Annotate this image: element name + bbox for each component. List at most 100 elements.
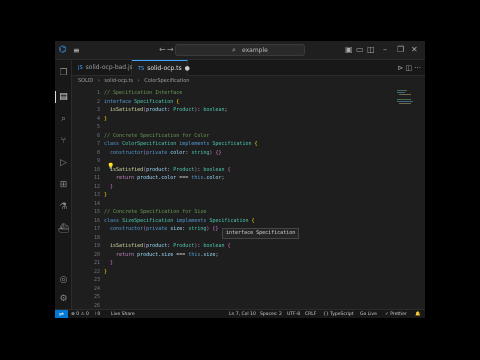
- code-line[interactable]: interface Specification {: [104, 98, 179, 107]
- activity-bar: ❐ ▤ ⌕ ⑂ ▷ ⊞ ⚗ ⛴ ◎ ⚙: [55, 60, 72, 309]
- code-token: interface: [104, 98, 135, 105]
- close-button[interactable]: ✕: [411, 44, 418, 56]
- panel-toggle-icon[interactable]: ▭: [356, 44, 364, 56]
- modified-dot-icon[interactable]: ●: [185, 65, 190, 72]
- code-line[interactable]: }: [104, 268, 107, 277]
- bell-icon[interactable]: 🔔: [415, 310, 421, 318]
- code-line[interactable]: return product.color === this.color;: [104, 174, 224, 183]
- code-token: implements: [176, 217, 210, 224]
- line-number: 16: [93, 217, 100, 224]
- code-token: ColorSpecification: [122, 141, 180, 147]
- code-line[interactable]: constructor(private color: string) {}: [104, 149, 221, 158]
- code-line[interactable]: // Concrete Specification for Color: [104, 132, 209, 141]
- files-icon[interactable]: ▤: [58, 92, 69, 103]
- code-line[interactable]: constructor(private size: string) {}: [104, 225, 218, 234]
- source-control-icon[interactable]: ⑂: [58, 136, 69, 147]
- tab-solid-ocp[interactable]: TS solid-ocp.ts ●: [132, 60, 190, 76]
- editor-actions[interactable]: ⊳ ◫ ···: [397, 64, 421, 72]
- code-token: ;: [221, 175, 225, 181]
- code-token: constructor: [104, 226, 144, 232]
- tab-solid-ocp-bad[interactable]: JS solid-ocp-bad.js: [72, 60, 133, 76]
- problems-indicator[interactable]: ⊗ 0 ⚠ 0: [71, 310, 89, 318]
- extensions-icon[interactable]: ⊞: [58, 180, 69, 191]
- code-token: {: [254, 141, 258, 147]
- search-icon[interactable]: ⌕: [58, 114, 69, 125]
- code-token: string: [188, 226, 207, 232]
- layout-toggle-icon[interactable]: ▣: [345, 44, 353, 56]
- minimap[interactable]: [397, 87, 417, 127]
- sidebar-toggle-icon[interactable]: ◫: [367, 44, 375, 56]
- run-debug-icon[interactable]: ▷: [58, 158, 69, 169]
- code-token: Specification: [134, 98, 177, 105]
- code-token: boolean: [203, 243, 228, 249]
- code-token: private: [146, 226, 171, 232]
- code-line[interactable]: return product.size === this.size;: [104, 251, 218, 260]
- code-token: {}: [215, 149, 222, 156]
- remote-icon[interactable]: ⇌: [55, 310, 68, 318]
- code-line[interactable]: }: [104, 183, 113, 192]
- code-line[interactable]: // Concrete Specification for Size: [104, 208, 206, 217]
- code-token: constructor: [104, 149, 144, 156]
- breadcrumb-item[interactable]: ColorSpecification: [144, 78, 189, 84]
- line-number: 10: [93, 166, 100, 173]
- code-token: isSatisfied: [104, 243, 144, 249]
- line-number: 17: [93, 226, 100, 232]
- code-area[interactable]: // Specification Interface interface Spec…: [104, 87, 404, 309]
- hamburger-icon[interactable]: ≡: [73, 46, 80, 55]
- code-editor[interactable]: 1 2 3 4 5 6 7 8 9 10 11 12 13 14 15 16 17 18 19 20 21 22 23 24 2…: [72, 87, 425, 317]
- code-token: product: [137, 251, 159, 258]
- code-line[interactable]: }: [104, 191, 107, 200]
- line-ending[interactable]: CRLF: [305, 310, 316, 318]
- line-number: 11: [93, 175, 100, 181]
- testing-icon[interactable]: ⚗: [58, 202, 69, 213]
- code-token: color: [170, 149, 186, 156]
- breadcrumb-separator: ›: [137, 78, 140, 84]
- code-token: }: [104, 268, 108, 275]
- language-mode[interactable]: {} TypeScript: [323, 310, 354, 318]
- line-number: 22: [93, 268, 100, 275]
- indentation[interactable]: Spaces: 2: [260, 310, 282, 318]
- forward-arrow-icon[interactable]: →: [167, 45, 174, 55]
- code-line[interactable]: }: [104, 115, 107, 124]
- settings-gear-icon[interactable]: ⚙: [58, 294, 69, 305]
- minimize-button[interactable]: –: [383, 44, 387, 56]
- back-arrow-icon[interactable]: ←: [159, 45, 166, 55]
- code-token: private: [146, 149, 171, 156]
- code-line[interactable]: isSatisfied(product: Product): boolean;: [104, 106, 227, 115]
- prettier-status[interactable]: ✓ Prettier: [385, 310, 407, 318]
- live-share-button[interactable]: Live Share: [111, 310, 135, 318]
- line-number: 1: [96, 90, 100, 96]
- line-number: 6: [96, 132, 100, 139]
- ports-indicator[interactable]: ⦚ 0: [95, 310, 100, 318]
- lightbulb-icon[interactable]: 💡: [107, 163, 114, 171]
- line-number: 20: [93, 251, 100, 258]
- code-line[interactable]: // Specification Interface: [104, 89, 182, 98]
- code-token: boolean: [203, 107, 225, 113]
- tab-label: solid-ocp-bad.js: [85, 64, 133, 71]
- line-number: 21: [93, 260, 100, 266]
- js-file-icon: JS: [78, 65, 83, 71]
- encoding[interactable]: UTF-8: [287, 310, 300, 318]
- code-token: ===: [173, 251, 189, 258]
- explorer-icon[interactable]: ❐: [58, 68, 69, 79]
- code-line[interactable]: isSatisfied(product: Product): boolean {: [104, 242, 230, 251]
- code-line[interactable]: }: [104, 259, 113, 268]
- code-token: // Concrete Specification for Size: [104, 209, 207, 215]
- account-icon[interactable]: ◎: [58, 275, 69, 286]
- code-token: string: [191, 149, 210, 156]
- code-line[interactable]: isSatisfied(product: Product): boolean {: [104, 166, 230, 175]
- cursor-position[interactable]: Ln 7, Col 10: [229, 310, 256, 318]
- command-center-search[interactable]: ⌕ example: [175, 44, 305, 56]
- docker-icon[interactable]: ⛴: [58, 224, 69, 235]
- breadcrumb-item[interactable]: solid-ocp.ts: [104, 78, 133, 84]
- line-number: 14: [93, 200, 100, 207]
- code-line[interactable]: class ColorSpecification implements Spec…: [104, 140, 258, 149]
- go-live-button[interactable]: Go Live: [360, 310, 377, 318]
- maximize-button[interactable]: ❐: [397, 44, 404, 56]
- code-token: return: [104, 175, 138, 181]
- code-token: }: [104, 260, 114, 266]
- line-number: 24: [93, 285, 100, 292]
- code-line[interactable]: class SizeSpecification implements Speci…: [104, 217, 255, 226]
- code-token: product: [146, 166, 168, 173]
- breadcrumb-item[interactable]: SOLID: [78, 78, 93, 84]
